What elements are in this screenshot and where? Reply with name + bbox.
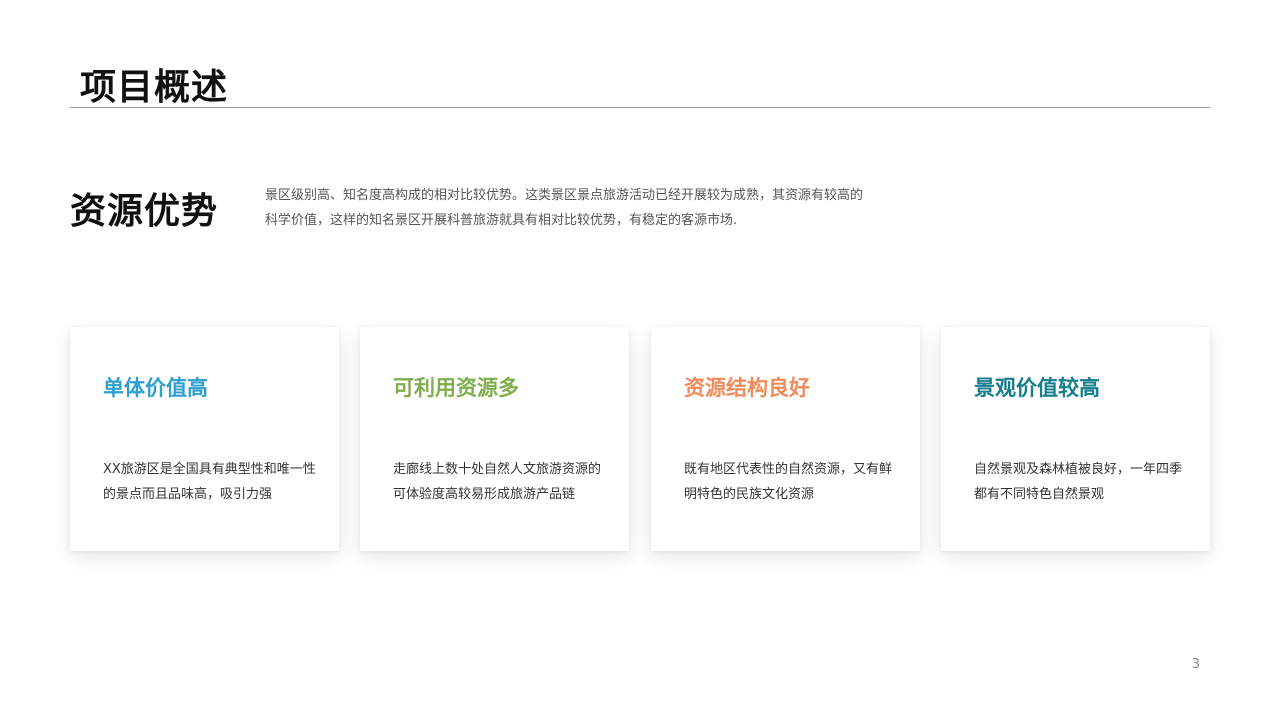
section-heading: 资源优势: [70, 191, 219, 232]
page-number: 3: [1191, 657, 1200, 672]
feature-card-3: 资源结构良好 既有地区代表性的自然资源，又有鲜明特色的民族文化资源: [651, 327, 920, 551]
card-title: 景观价值较高: [974, 376, 1100, 400]
card-title: 资源结构良好: [684, 376, 810, 400]
feature-card-2: 可利用资源多 走廊线上数十处自然人文旅游资源的可体验度高较易形成旅游产品链: [360, 327, 629, 551]
feature-card-1: 单体价值高 XX旅游区是全国具有典型性和唯一性的景点而且品味高，吸引力强: [70, 327, 339, 551]
slide-title: 项目概述: [80, 67, 229, 108]
section-description: 景区级别高、知名度高构成的相对比较优势。这类景区景点旅游活动已经开展较为成熟，其…: [265, 188, 864, 228]
feature-card-4: 景观价值较高 自然景观及森林植被良好，一年四季都有不同特色自然景观: [941, 327, 1210, 551]
card-title: 单体价值高: [103, 376, 208, 400]
card-text: 自然景观及森林植被良好，一年四季都有不同特色自然景观: [974, 462, 1183, 502]
title-divider: [70, 107, 1210, 108]
card-title: 可利用资源多: [393, 376, 519, 400]
card-text: XX旅游区是全国具有典型性和唯一性的景点而且品味高，吸引力强: [103, 462, 316, 502]
feature-cards: 单体价值高 XX旅游区是全国具有典型性和唯一性的景点而且品味高，吸引力强 可利用…: [70, 327, 1210, 551]
card-text: 走廊线上数十处自然人文旅游资源的可体验度高较易形成旅游产品链: [393, 462, 602, 502]
card-text: 既有地区代表性的自然资源，又有鲜明特色的民族文化资源: [684, 462, 893, 502]
